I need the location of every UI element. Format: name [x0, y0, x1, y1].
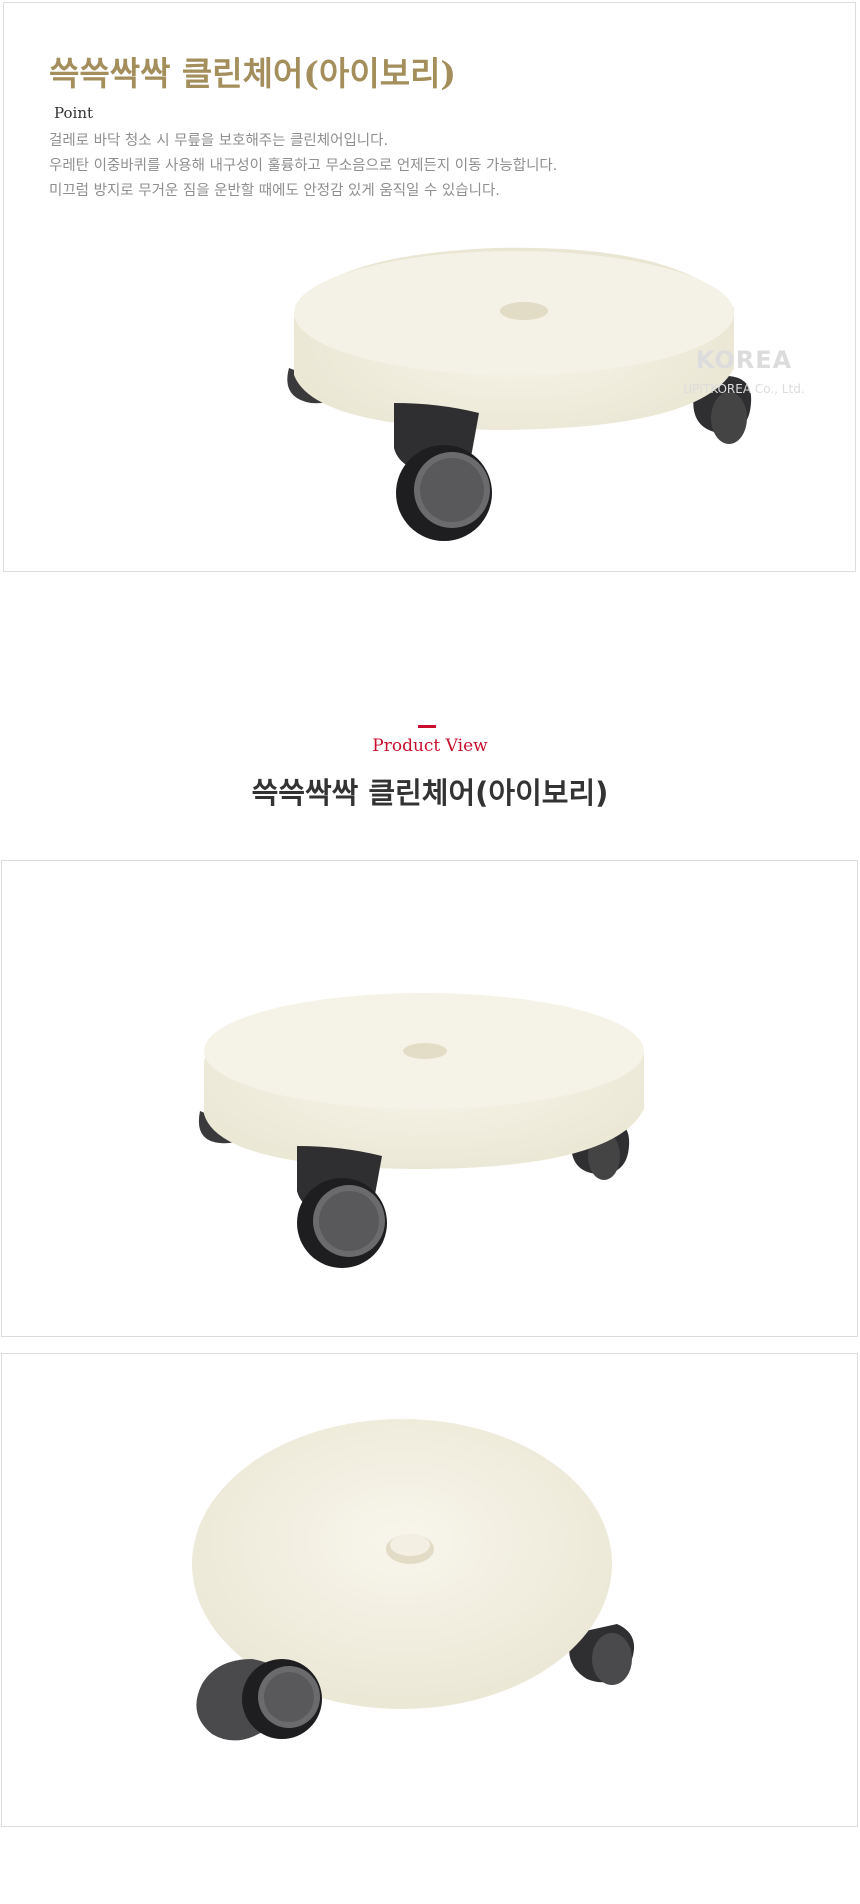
- watermark-company: UPITKOREA Co., Ltd.: [683, 382, 805, 396]
- section-accent-bar: [418, 725, 436, 728]
- watermark-logo: KOREA: [695, 346, 793, 374]
- product-title: 쓱쓱싹싹 클린체어(아이보리): [49, 54, 457, 93]
- product-image-frame: [1, 860, 858, 1337]
- product-image-frame: [1, 1353, 858, 1827]
- product-image-top: [192, 1419, 635, 1741]
- product-view-label: Product View: [372, 736, 488, 756]
- description-line: 미끄럼 방지로 무거운 짐을 운반할 때에도 안정감 있게 움직일 수 있습니다…: [49, 183, 500, 199]
- description-line: 우레탄 이중바퀴를 사용해 내구성이 훌륭하고 무소음으로 언제든지 이동 가능…: [49, 158, 558, 174]
- point-section: 쓱쓱싹싹 클린체어(아이보리) Point 걸레로 바닥 청소 시 무릎을 보호…: [3, 2, 856, 572]
- product-view-title: 쓱쓱싹싹 클린체어(아이보리): [251, 776, 609, 810]
- brand-watermark: KOREA UPITKOREA Co., Ltd.: [669, 346, 819, 396]
- description-line: 걸레로 바닥 청소 시 무릎을 보호해주는 클린체어입니다.: [49, 133, 389, 149]
- product-image-side: [198, 993, 644, 1268]
- product-description: 걸레로 바닥 청소 시 무릎을 보호해주는 클린체어입니다. 우레탄 이중바퀴를…: [49, 129, 557, 204]
- point-label: Point: [54, 104, 94, 122]
